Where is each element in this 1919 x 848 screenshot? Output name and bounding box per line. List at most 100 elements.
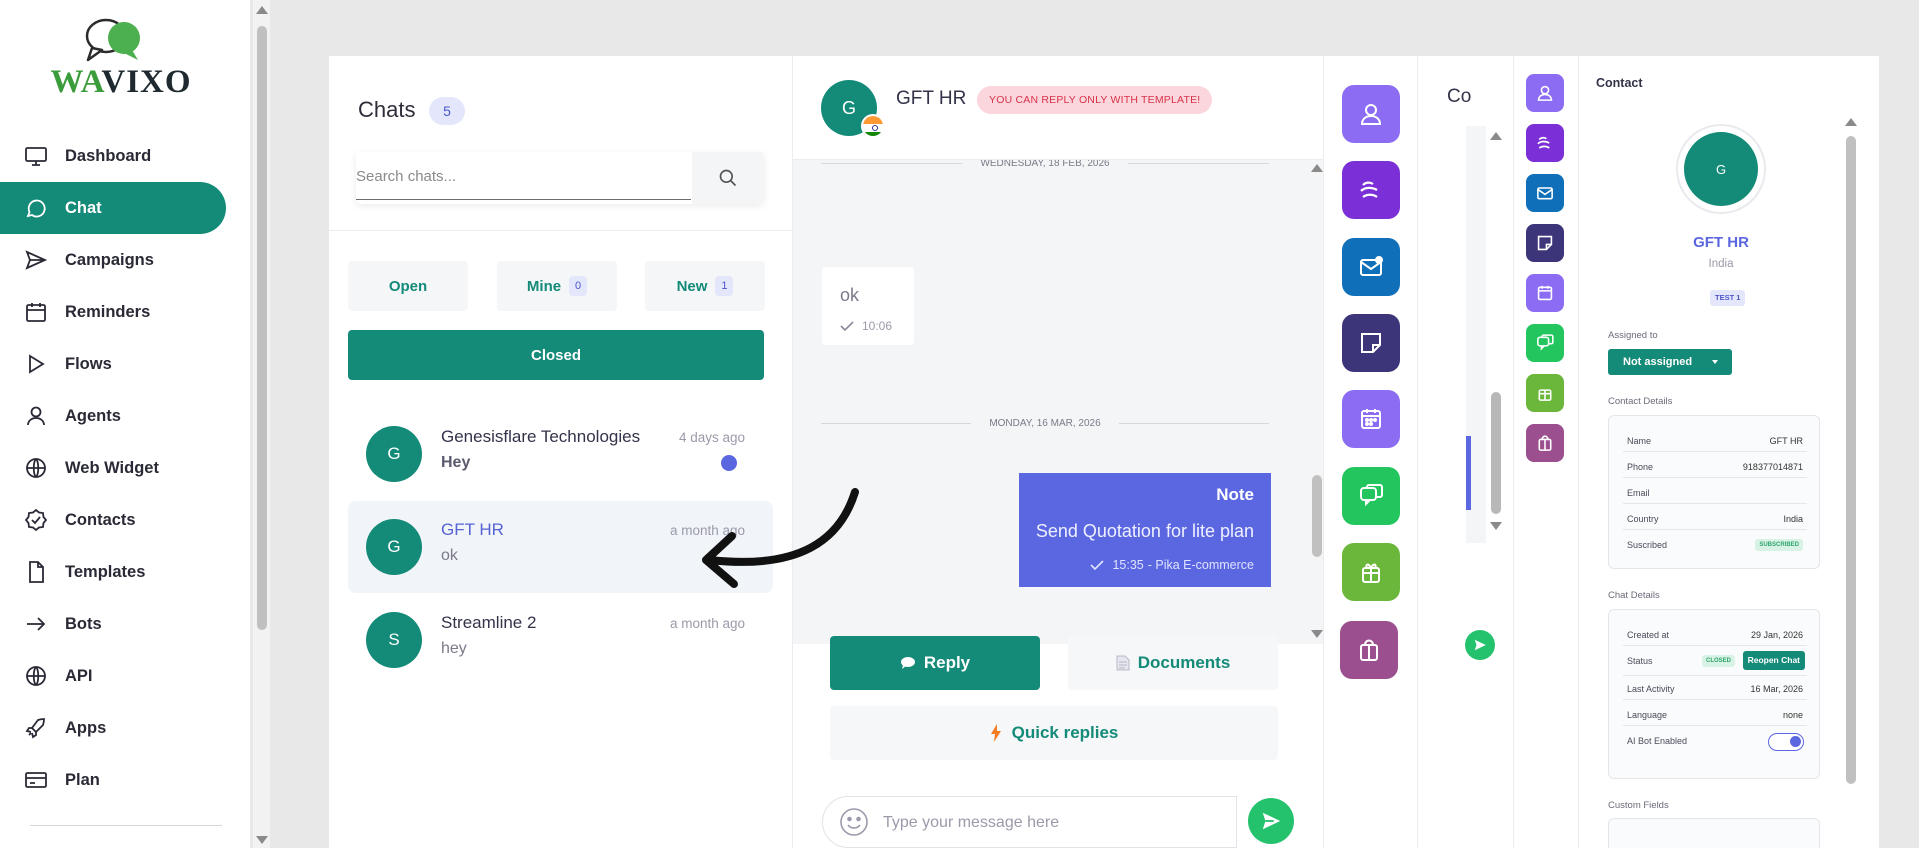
quick-replies-button[interactable]: Quick replies	[830, 706, 1278, 760]
note-marker	[1466, 436, 1471, 510]
tab-label: Open	[388, 277, 428, 295]
scroll-down-icon[interactable]	[256, 836, 268, 844]
sidebar-item-reminders[interactable]: Reminders	[0, 286, 226, 338]
chat-app-button[interactable]	[1342, 467, 1400, 525]
scroll-down-icon[interactable]	[1311, 630, 1323, 638]
gift-app-button[interactable]	[1342, 543, 1400, 601]
tab-open[interactable]: Open	[348, 261, 468, 311]
reopen-chat-button[interactable]: Reopen Chat	[1742, 651, 1805, 670]
annotation-arrow-icon	[702, 488, 859, 588]
sidebar-item-templates[interactable]: Templates	[0, 546, 226, 598]
sidebar-divider	[30, 825, 222, 826]
mail-icon	[1360, 256, 1383, 276]
chat-details-box: Created at 29 Jan, 2026 Status CLOSED Reope…	[1608, 609, 1820, 779]
reply-button[interactable]: Reply	[830, 636, 1040, 690]
agent-app-button[interactable]	[1526, 74, 1564, 112]
conversation-scrollbar[interactable]	[1311, 160, 1323, 644]
sidebar-item-chat[interactable]: Chat	[0, 182, 226, 234]
sidebar-item-label: Contacts	[65, 510, 136, 529]
tab-closed[interactable]: Closed	[348, 330, 764, 380]
chat-bubbles-icon	[1537, 334, 1554, 351]
message-text: ok	[840, 285, 860, 305]
scroll-up-icon[interactable]	[1311, 164, 1323, 172]
message-input[interactable]	[883, 809, 1203, 837]
email-app-button[interactable]	[1526, 174, 1564, 212]
sidebar-item-bots[interactable]: Bots	[0, 598, 226, 650]
sidebar-item-label: Agents	[65, 406, 121, 425]
scrollbar-thumb[interactable]	[257, 26, 267, 630]
note-title: Note	[1216, 485, 1254, 504]
ai-bot-toggle[interactable]	[1768, 733, 1804, 751]
secondary-panel: Co	[1418, 56, 1514, 848]
globe-icon	[26, 458, 46, 478]
chat-list-item[interactable]: S Streamline 2 hey a month ago	[348, 594, 773, 686]
sidebar-item-label: Plan	[65, 770, 100, 789]
emoji-icon[interactable]	[839, 807, 869, 837]
send-icon	[1262, 812, 1281, 830]
tab-mine[interactable]: Mine 0	[497, 261, 617, 311]
note-bubble: Note Send Quotation for lite plan 15:35 …	[1019, 473, 1271, 587]
file-icon	[29, 561, 44, 583]
sidebar-item-agents[interactable]: Agents	[0, 390, 226, 442]
sidebar-item-contacts[interactable]: Contacts	[0, 494, 226, 546]
speech-bubble-icon	[900, 657, 915, 669]
play-icon	[29, 354, 45, 374]
search-button[interactable]	[692, 152, 764, 204]
search-icon	[719, 169, 737, 187]
sidebar-scrollbar[interactable]	[253, 0, 270, 848]
sidebar-item-campaigns[interactable]: Campaigns	[0, 234, 226, 286]
scroll-up-icon[interactable]	[1490, 132, 1502, 140]
notes-app-button[interactable]	[1342, 314, 1400, 372]
mail-icon	[1537, 187, 1553, 200]
email-app-button[interactable]	[1342, 238, 1400, 296]
sidebar-item-web-widget[interactable]: Web Widget	[0, 442, 226, 494]
sidebar-item-flows[interactable]: Flows	[0, 338, 226, 390]
search-input[interactable]	[356, 154, 691, 200]
notes-app-button[interactable]	[1526, 224, 1564, 262]
contact-details-box: Name GFT HR Phone 918377014871 Email Count…	[1608, 415, 1820, 569]
assigned-label: Assigned to	[1608, 330, 1658, 341]
shop-app-button[interactable]	[1526, 424, 1564, 462]
chat-bubble-icon	[26, 199, 46, 218]
chat-app-button[interactable]	[1526, 324, 1564, 362]
calendar-app-button[interactable]	[1342, 390, 1400, 448]
sidebar-item-api[interactable]: API	[0, 650, 226, 702]
stripe-app-button[interactable]	[1526, 124, 1564, 162]
calendar-app-button[interactable]	[1526, 274, 1564, 312]
sidebar-item-dashboard[interactable]: Dashboard	[0, 130, 226, 182]
scrollbar-thumb[interactable]	[1312, 475, 1322, 557]
conversation-name: GFT HR	[896, 88, 967, 109]
message-time-text: 10:06	[862, 319, 893, 333]
scroll-down-icon[interactable]	[1490, 522, 1502, 530]
scrollbar-thumb[interactable]	[1846, 136, 1856, 784]
sidebar-item-label: Reminders	[65, 302, 151, 321]
assign-dropdown[interactable]: Not assigned	[1608, 349, 1732, 375]
shop-app-button[interactable]	[1340, 621, 1398, 679]
scrollbar-thumb[interactable]	[1491, 392, 1501, 514]
mini-integrations-column	[1514, 56, 1579, 848]
note-body: Send Quotation for lite plan	[1035, 521, 1254, 541]
contact-tag[interactable]: TEST 1	[1710, 290, 1746, 306]
sidebar-item-apps[interactable]: Apps	[0, 702, 226, 754]
documents-button[interactable]: Documents	[1068, 636, 1278, 690]
search-box	[356, 152, 764, 204]
tab-new[interactable]: New 1	[645, 261, 765, 311]
agent-app-button[interactable]	[1342, 85, 1400, 143]
chat-bubbles-icon	[1360, 484, 1383, 507]
status-pill: CLOSED	[1701, 655, 1735, 667]
squiggle-icon	[1360, 181, 1378, 198]
squiggle-icon	[1537, 136, 1550, 149]
scroll-up-icon[interactable]	[1845, 118, 1857, 126]
stripe-app-button[interactable]	[1342, 161, 1400, 219]
detail-row-status: Status CLOSED Reopen Chat	[1623, 650, 1807, 676]
contact-scrollbar[interactable]	[1844, 112, 1858, 848]
divider	[329, 230, 792, 231]
secondary-send-button[interactable]	[1465, 630, 1495, 660]
user-icon	[1537, 85, 1553, 101]
sidebar-item-plan[interactable]: Plan	[0, 754, 226, 806]
logo-text: WAVIXO	[50, 64, 192, 100]
send-button[interactable]	[1248, 798, 1294, 844]
gift-app-button[interactable]	[1526, 374, 1564, 412]
scroll-up-icon[interactable]	[256, 6, 268, 14]
secondary-scrollbar[interactable]	[1489, 126, 1503, 543]
